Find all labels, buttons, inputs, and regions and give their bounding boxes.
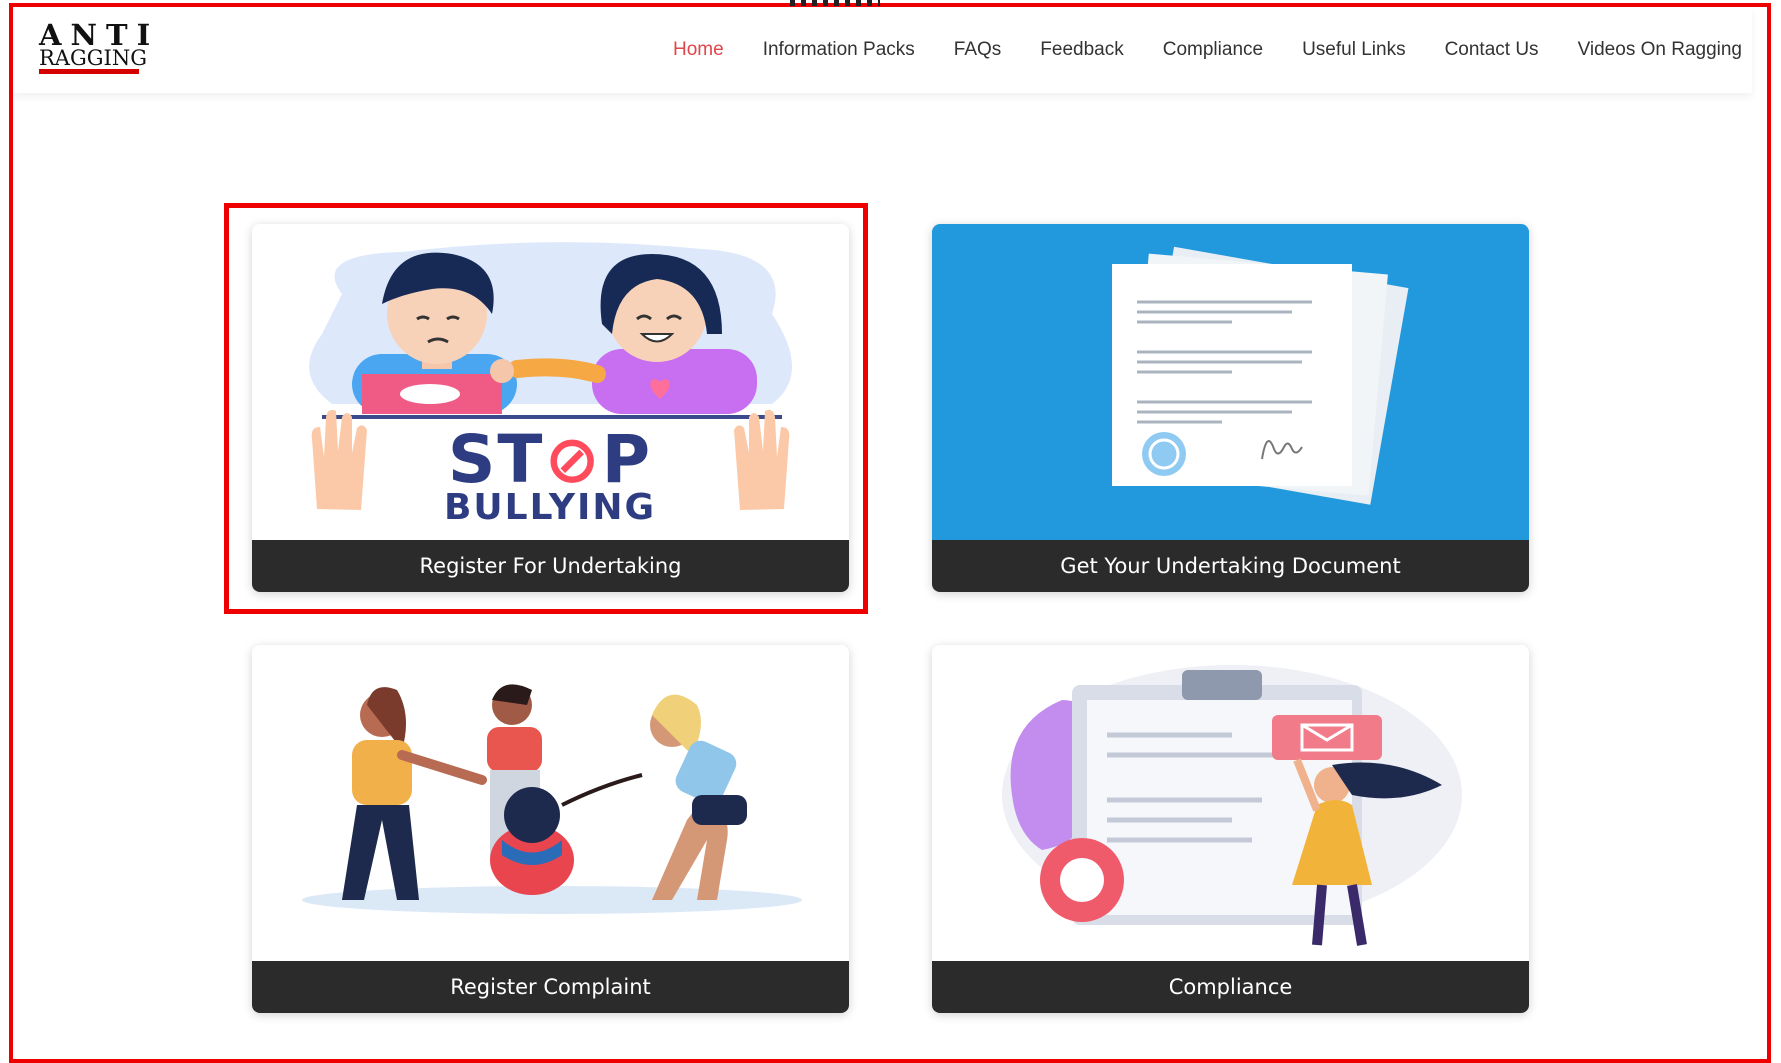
card-caption: Register For Undertaking: [252, 540, 849, 592]
card-register-complaint[interactable]: Register Complaint: [252, 645, 849, 1013]
nav-useful-links[interactable]: Useful Links: [1302, 39, 1406, 61]
card-get-undertaking-document[interactable]: Get Your Undertaking Document: [932, 224, 1529, 592]
nav-contact-us[interactable]: Contact Us: [1445, 39, 1539, 61]
complaint-illustration: [252, 645, 849, 961]
nav-videos-on-ragging[interactable]: Videos On Ragging: [1578, 39, 1742, 61]
card-register-undertaking[interactable]: ST⊘P BULLYING Register For Undertaking: [252, 224, 849, 592]
nav-compliance[interactable]: Compliance: [1163, 39, 1263, 61]
top-edge-mark: [790, 0, 880, 6]
nav-information-packs[interactable]: Information Packs: [763, 39, 915, 61]
document-illustration: [932, 224, 1529, 540]
stop-bullying-illustration: ST⊘P BULLYING: [252, 224, 849, 540]
nav-feedback[interactable]: Feedback: [1040, 39, 1123, 61]
nav-home[interactable]: Home: [673, 39, 724, 61]
art-text-bullying: BULLYING: [444, 487, 656, 528]
card-caption: Get Your Undertaking Document: [932, 540, 1529, 592]
card-compliance[interactable]: Compliance: [932, 645, 1529, 1013]
card-caption: Register Complaint: [252, 961, 849, 1013]
logo-line-2: RAGGING: [39, 48, 147, 74]
main-nav: Home Information Packs FAQs Feedback Com…: [634, 7, 1742, 93]
anti-ragging-logo[interactable]: ANTI RAGGING: [39, 21, 150, 81]
site-header: ANTI RAGGING Home Information Packs FAQs…: [13, 7, 1752, 93]
compliance-illustration: [932, 645, 1529, 961]
card-caption: Compliance: [932, 961, 1529, 1013]
nav-faqs[interactable]: FAQs: [954, 39, 1002, 61]
